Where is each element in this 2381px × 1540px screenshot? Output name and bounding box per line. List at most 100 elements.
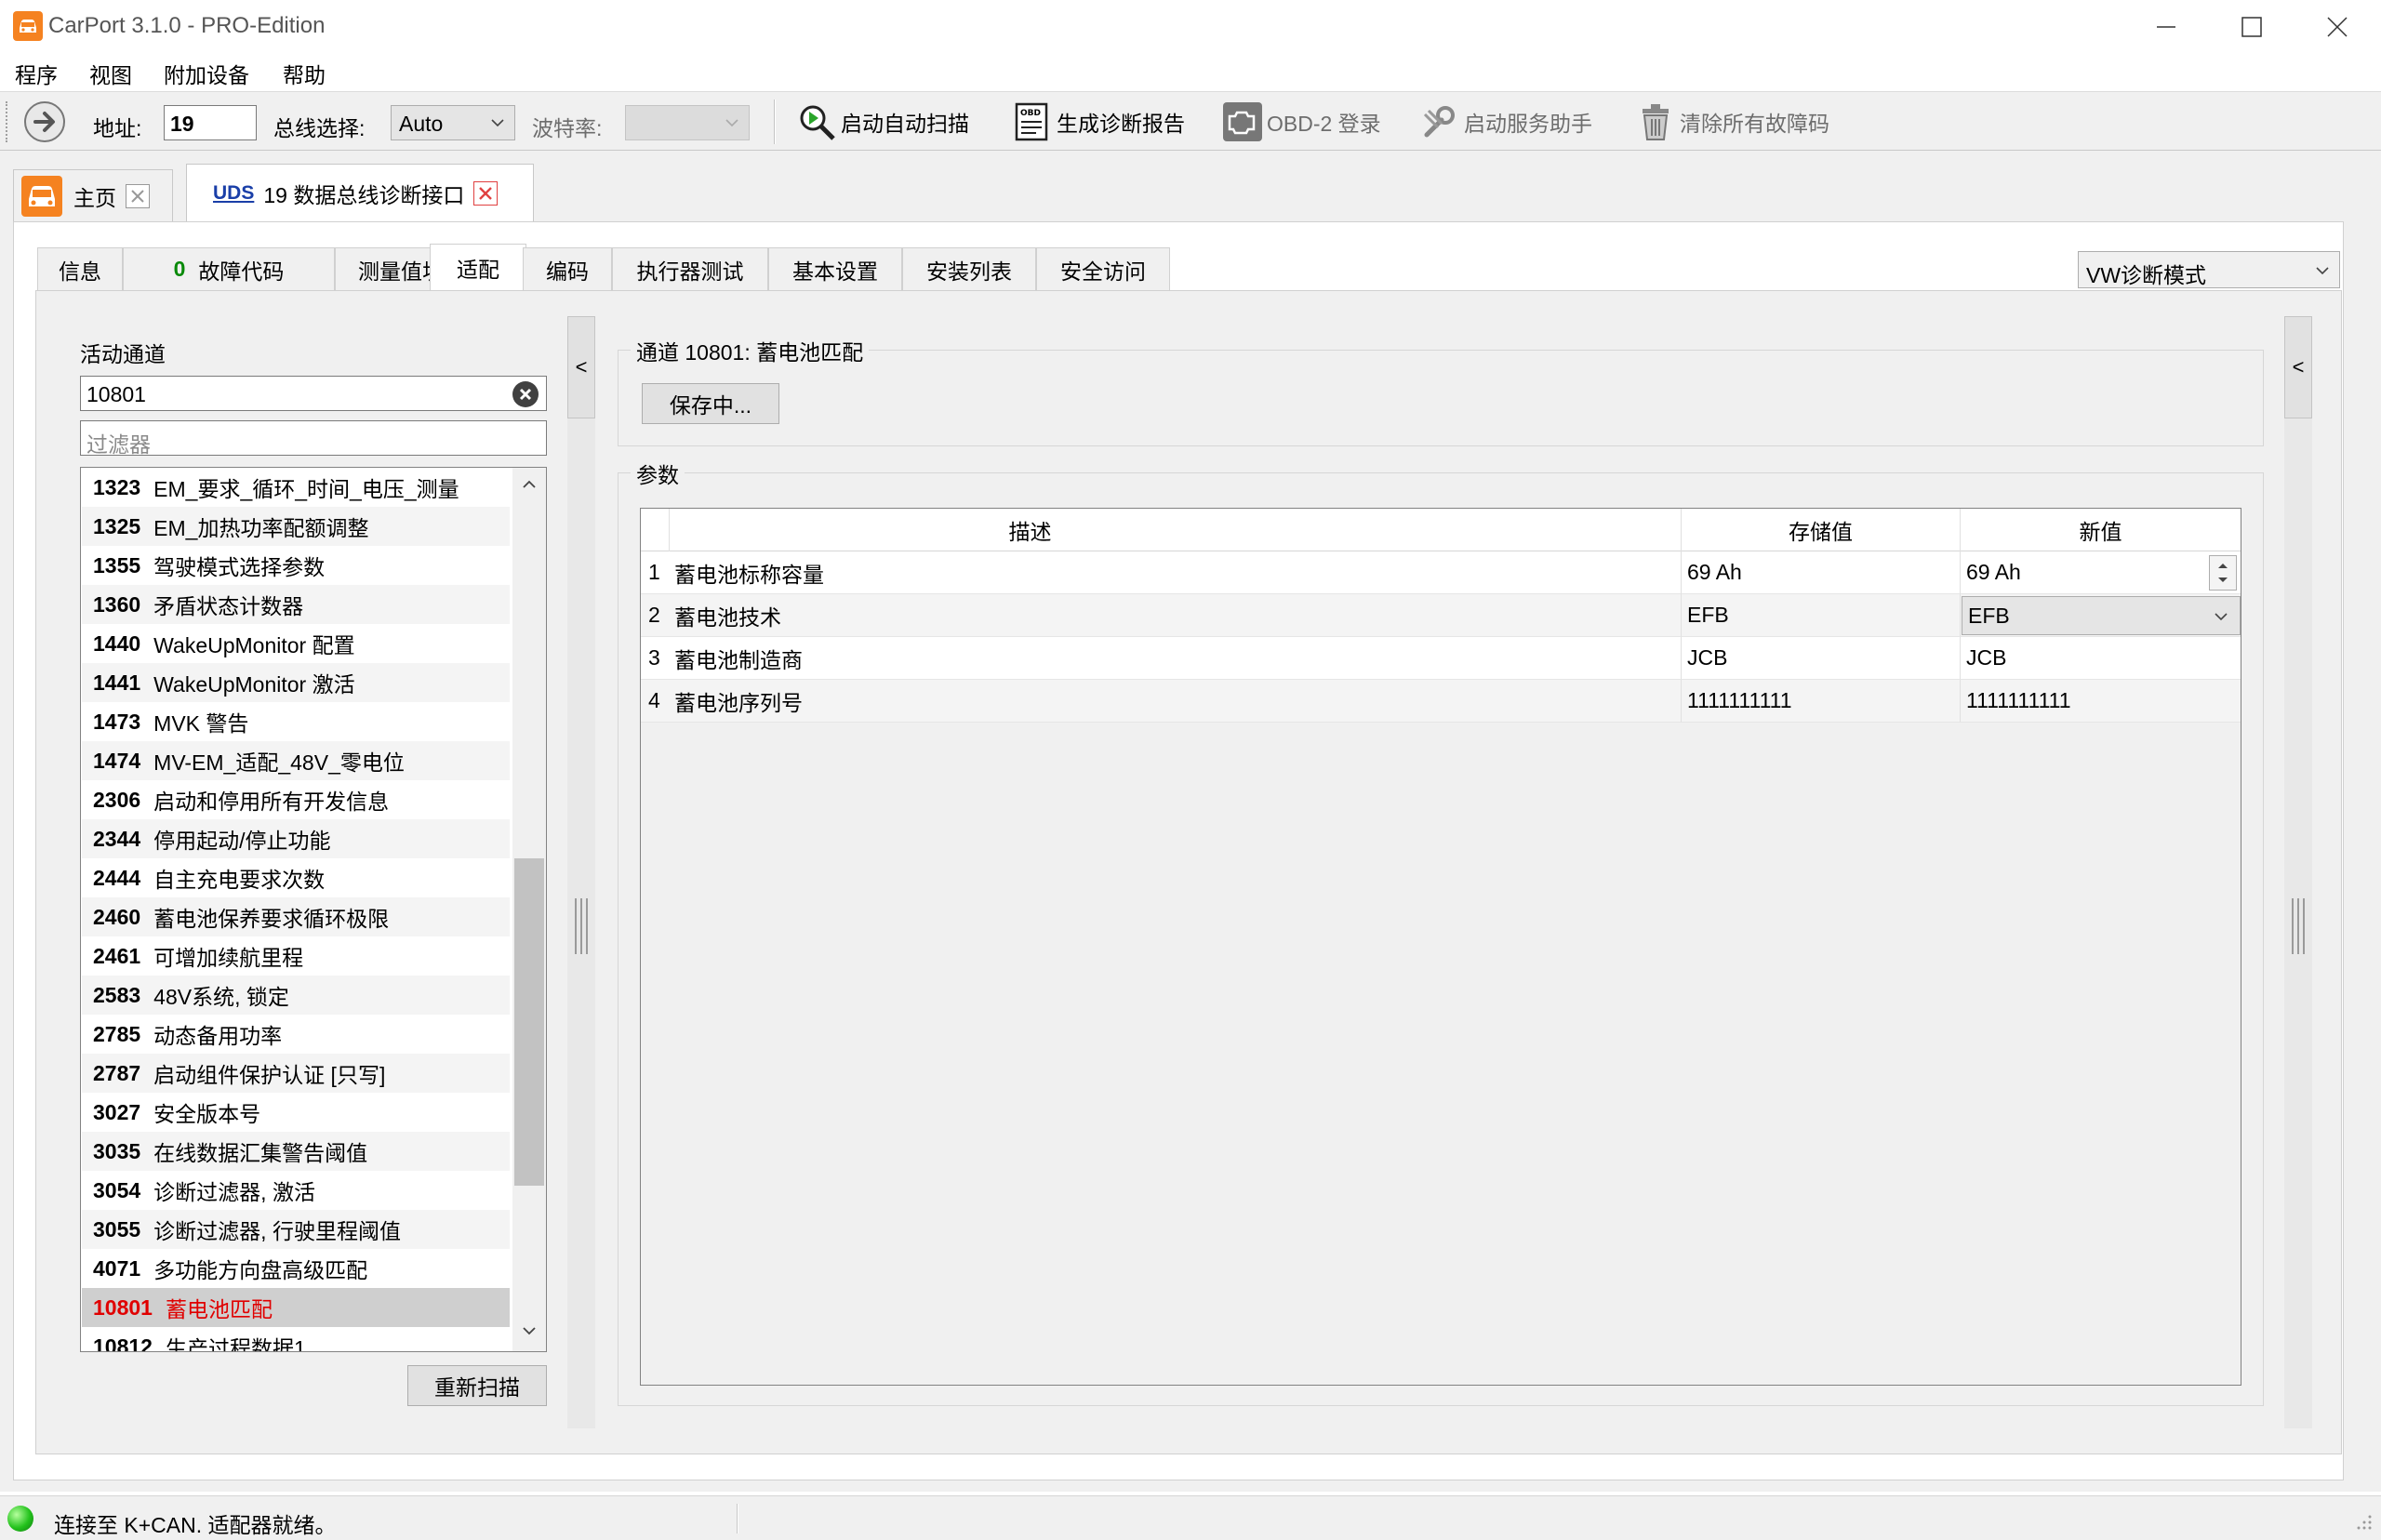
menu-program[interactable]: 程序: [15, 58, 58, 89]
channel-item[interactable]: 10812 生产过程数据1: [82, 1327, 510, 1352]
right-splitter[interactable]: [2284, 316, 2312, 1428]
collapse-left-button[interactable]: <: [567, 316, 595, 418]
left-splitter[interactable]: [567, 316, 595, 1428]
close-tab-uds-button[interactable]: [473, 181, 499, 206]
tab-security-access[interactable]: 安全访问: [1036, 247, 1170, 290]
channel-name: EM_加热功率配额调整: [153, 516, 369, 540]
generate-report-button[interactable]: OBD 生成诊断报告: [1012, 100, 1185, 144]
rescan-button[interactable]: 重新扫描: [407, 1365, 547, 1406]
maximize-button[interactable]: [2208, 0, 2294, 52]
table-row[interactable]: 4 蓄电池序列号 1111111111 1111111111: [641, 680, 2241, 723]
toolbar-separator: [774, 100, 776, 144]
column-description[interactable]: 描述: [669, 509, 1390, 551]
spinner-buttons[interactable]: [2209, 555, 2237, 591]
channel-item-selected[interactable]: 10801 蓄电池匹配: [82, 1288, 510, 1327]
bus-select-dropdown[interactable]: Auto: [391, 105, 515, 140]
channel-list: 1323 EM_要求_循环_时间_电压_测量 1325 EM_加热功率配额调整 13…: [80, 467, 547, 1352]
uds-protocol-label: UDS: [213, 182, 255, 204]
channel-item[interactable]: 1325 EM_加热功率配额调整: [82, 507, 510, 546]
parameters-table: 描述 存储值 新值 1 蓄电池标称容量 69 Ah 69 Ah 2 蓄电池技术 …: [640, 508, 2241, 1386]
table-row[interactable]: 2 蓄电池技术 EFB EFB: [641, 594, 2241, 637]
technology-dropdown[interactable]: EFB: [1962, 596, 2241, 635]
channel-item[interactable]: 1355 驾驶模式选择参数: [82, 546, 510, 585]
channel-item[interactable]: 1441 WakeUpMonitor 激活: [82, 663, 510, 702]
service-assistant-button[interactable]: 启动服务助手: [1419, 100, 1592, 144]
channel-item[interactable]: 2460 蓄电池保养要求循环极限: [82, 897, 510, 936]
channel-item[interactable]: 3055 诊断过滤器, 行驶里程阈值: [82, 1210, 510, 1249]
tab-basic-settings[interactable]: 基本设置: [768, 247, 902, 290]
auto-scan-button[interactable]: 启动自动扫描: [796, 100, 969, 144]
channel-item[interactable]: 1474 MV-EM_适配_48V_零电位: [82, 741, 510, 780]
address-input[interactable]: 19: [164, 105, 257, 140]
tab-coding[interactable]: 编码: [523, 247, 612, 290]
resize-grip-icon[interactable]: [2355, 1513, 2374, 1532]
table-row[interactable]: 3 蓄电池制造商 JCB JCB: [641, 637, 2241, 680]
tab-home[interactable]: 主页: [13, 169, 173, 221]
column-new-value[interactable]: 新值: [1960, 509, 2241, 551]
channel-item[interactable]: 3054 诊断过滤器, 激活: [82, 1171, 510, 1210]
channel-item[interactable]: 2306 启动和停用所有开发信息: [82, 780, 510, 819]
channel-item[interactable]: 1360 矛盾状态计数器: [82, 585, 510, 624]
channel-name: 诊断过滤器, 行驶里程阈值: [153, 1219, 401, 1243]
toolbar-grip[interactable]: [6, 101, 9, 142]
channel-number: 1355: [93, 552, 141, 578]
channel-item[interactable]: 3035 在线数据汇集警告阈值: [82, 1132, 510, 1171]
channel-number: 3035: [93, 1138, 141, 1163]
minimize-button[interactable]: [2122, 0, 2208, 52]
channel-name: 蓄电池匹配: [165, 1297, 273, 1321]
channel-number: 1474: [93, 748, 141, 773]
channel-item[interactable]: 1473 MVK 警告: [82, 702, 510, 741]
close-window-button[interactable]: [2294, 0, 2379, 52]
channel-number: 10812: [93, 1334, 153, 1352]
channel-item[interactable]: 2344 停用起动/停止功能: [82, 819, 510, 858]
channel-name: 驾驶模式选择参数: [153, 555, 326, 579]
tab-info[interactable]: 信息: [37, 247, 123, 290]
new-value-field[interactable]: 1111111111: [1960, 680, 2241, 723]
connect-arrow-button[interactable]: [24, 101, 65, 142]
channel-item[interactable]: 4071 多功能方向盘高级匹配: [82, 1249, 510, 1288]
collapse-right-button[interactable]: <: [2284, 316, 2312, 418]
channel-item[interactable]: 2785 动态备用功率: [82, 1015, 510, 1054]
address-label: 地址:: [93, 116, 142, 140]
menu-help[interactable]: 帮助: [283, 58, 326, 89]
channel-item[interactable]: 2787 启动组件保护认证 [只写]: [82, 1054, 510, 1093]
channel-number: 3055: [93, 1216, 141, 1241]
channel-item[interactable]: 2461 可增加续航里程: [82, 936, 510, 976]
table-row[interactable]: 1 蓄电池标称容量 69 Ah 69 Ah: [641, 551, 2241, 594]
channel-item[interactable]: 2583 48V系统, 锁定: [82, 976, 510, 1015]
channel-number: 3054: [93, 1177, 141, 1202]
menu-bar: 程序 视图 附加设备 帮助: [0, 52, 2381, 89]
tab-actuator-test[interactable]: 执行器测试: [612, 247, 768, 290]
channel-item[interactable]: 1323 EM_要求_循环_时间_电压_测量: [82, 468, 510, 507]
channel-item[interactable]: 3027 安全版本号: [82, 1093, 510, 1132]
tab-fault-codes-label: 故障代码: [198, 259, 285, 284]
new-value-spinner[interactable]: 69 Ah: [1960, 551, 2241, 594]
filter-input[interactable]: 过滤器: [80, 420, 547, 457]
diag-mode-dropdown[interactable]: VW诊断模式: [2078, 251, 2340, 288]
new-value-dropdown[interactable]: EFB: [1960, 594, 2241, 637]
channel-item[interactable]: 2444 自主充电要求次数: [82, 858, 510, 897]
column-stored-value[interactable]: 存储值: [1681, 509, 1960, 551]
engine-icon: [1222, 101, 1263, 142]
tab-uds-19[interactable]: UDS 19 数据总线诊断接口: [186, 164, 534, 222]
clear-channel-button[interactable]: [512, 381, 539, 407]
scrollbar-thumb[interactable]: [514, 858, 544, 1186]
tab-installation-list[interactable]: 安装列表: [902, 247, 1036, 290]
channel-name: 矛盾状态计数器: [153, 594, 304, 618]
channel-item[interactable]: 1440 WakeUpMonitor 配置: [82, 624, 510, 663]
new-value-field[interactable]: JCB: [1960, 637, 2241, 680]
chevron-up-icon: [523, 480, 536, 488]
channel-input[interactable]: 10801: [80, 376, 547, 411]
channel-number: 2785: [93, 1021, 141, 1046]
generate-report-label: 生成诊断报告: [1057, 112, 1185, 136]
tab-adaptation[interactable]: 适配: [430, 244, 526, 290]
menu-devices[interactable]: 附加设备: [164, 58, 249, 89]
close-tab-home-button[interactable]: [126, 183, 150, 208]
tab-fault-codes[interactable]: 0 故障代码: [123, 247, 335, 290]
channel-list-scrollbar[interactable]: [512, 468, 546, 1351]
clear-faults-button[interactable]: 清除所有故障码: [1635, 100, 1829, 144]
baud-rate-dropdown[interactable]: [625, 105, 750, 140]
menu-view[interactable]: 视图: [89, 58, 132, 89]
obd2-login-button[interactable]: OBD-2 登录: [1222, 100, 1381, 144]
saving-button[interactable]: 保存中...: [642, 383, 779, 424]
